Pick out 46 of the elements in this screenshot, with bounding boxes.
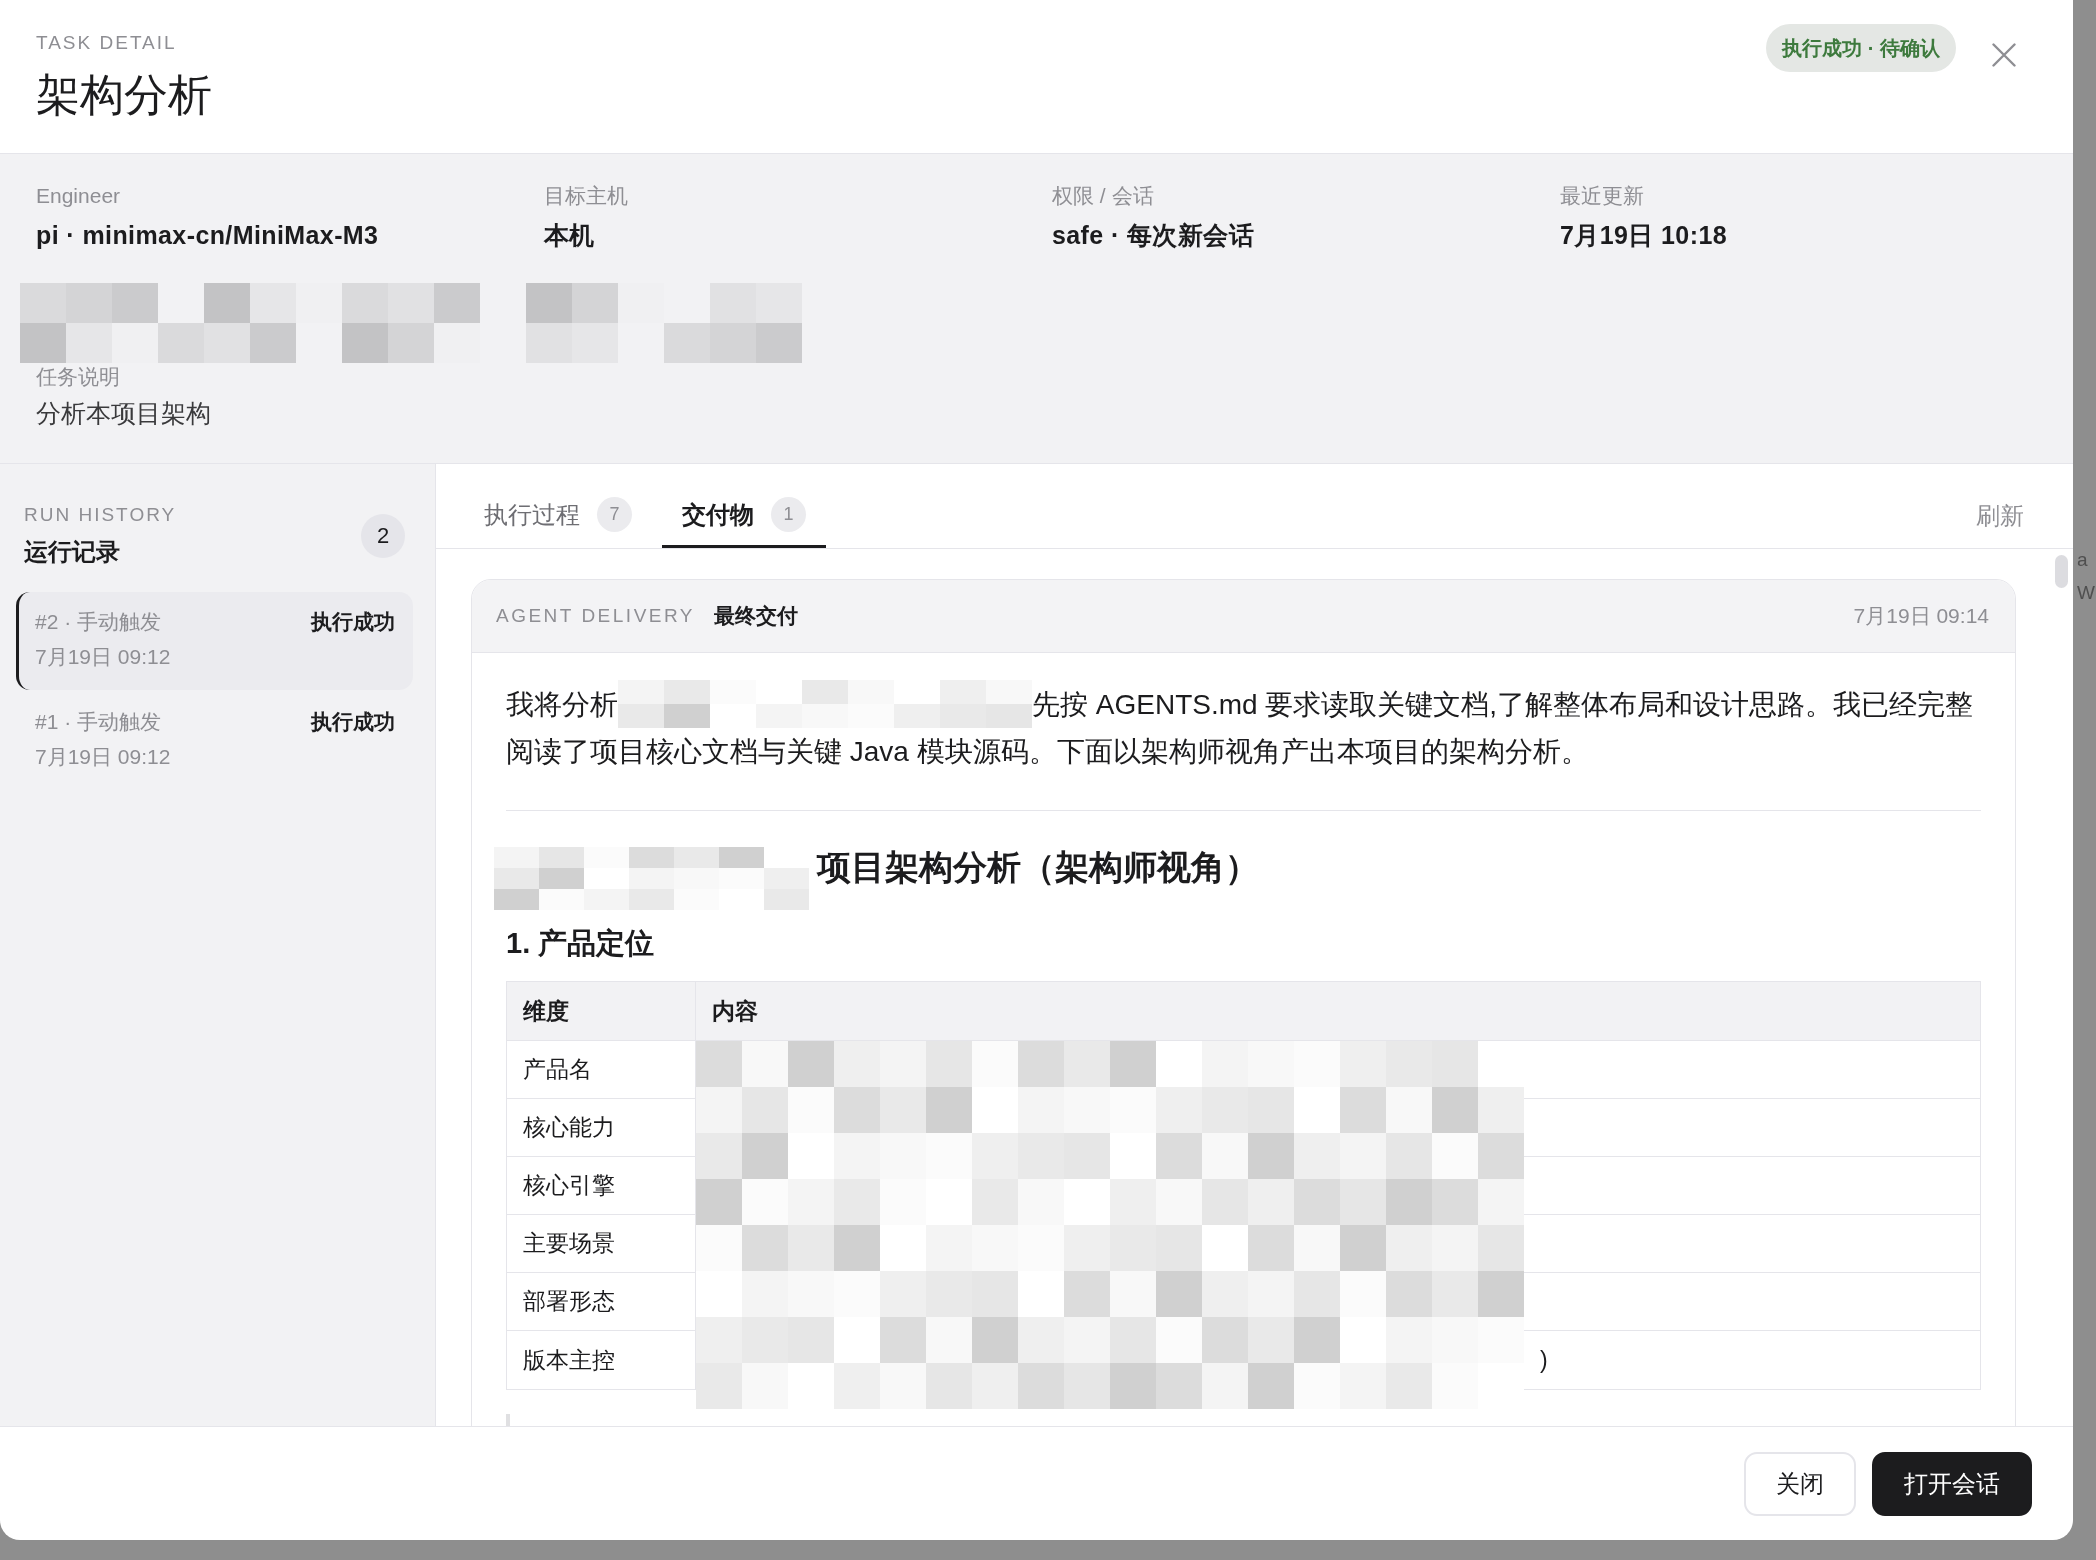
section-heading: 1. 产品定位 <box>506 926 655 961</box>
field-label: 目标主机 <box>544 183 629 209</box>
field-label: 权限 / 会话 <box>1052 183 1155 209</box>
column-header: 内容 <box>696 982 1980 1041</box>
card-time: 7月19日 09:14 <box>1853 603 1989 629</box>
field-label: 任务说明 <box>36 364 121 390</box>
paragraph-text: 我将分析 <box>506 687 618 722</box>
paragraph-text: 先按 AGENTS.md 要求读取关键文档,了解整体布局和设计思路。我已经完整 <box>1032 687 1974 722</box>
dialog-eyebrow: TASK DETAIL <box>36 32 178 54</box>
status-badge: 执行成功 · 待确认 <box>1766 24 1956 72</box>
run-time: 7月19日 09:12 <box>35 744 171 770</box>
close-icon <box>1992 43 2016 67</box>
field-value: 本机 <box>544 220 596 251</box>
count-badge: 1 <box>771 497 806 532</box>
run-time: 7月19日 09:12 <box>35 644 171 670</box>
field-value: 分析本项目架构 <box>36 398 212 429</box>
run-status: 执行成功 <box>311 609 395 635</box>
dialog-title: 架构分析 <box>36 69 212 121</box>
table-cell-text: ) <box>1540 1346 1548 1374</box>
run-title: #1 · 手动触发 <box>35 709 163 735</box>
section-title: 运行记录 <box>24 537 121 567</box>
paragraph-text: 阅读了项目核心文档与关键 Java 模块源码。下面以架构师视角产出本项目的架构分析。 <box>506 735 1589 769</box>
field-value: 7月19日 10:18 <box>1560 220 1728 251</box>
field-value: pi · minimax-cn/MiniMax-M3 <box>36 220 380 251</box>
count-badge: 2 <box>361 514 405 558</box>
close-dialog-button[interactable]: 关闭 <box>1744 1452 1856 1516</box>
field-label: 最近更新 <box>1560 183 1645 209</box>
column-header: 维度 <box>507 982 696 1041</box>
tab[interactable]: 交付物 1 <box>662 484 826 548</box>
card-title: 最终交付 <box>714 603 799 629</box>
section-eyebrow: RUN HISTORY <box>24 504 177 526</box>
run-item[interactable]: #1 · 手动触发 7月19日 09:12 执行成功 <box>16 692 413 790</box>
scrollbar-thumb[interactable] <box>2055 555 2068 588</box>
tab[interactable]: 执行过程 7 <box>464 484 652 548</box>
document-heading: 项目架构分析（架构师视角） <box>817 847 1259 888</box>
close-button[interactable] <box>1992 43 2016 67</box>
run-title: #2 · 手动触发 <box>35 609 163 635</box>
backdrop-text: a <box>2077 548 2088 572</box>
open-session-button[interactable]: 打开会话 <box>1872 1452 2032 1516</box>
field-label: Engineer <box>36 183 122 209</box>
field-value: safe · 每次新会话 <box>1052 220 1256 251</box>
count-badge: 7 <box>597 497 632 532</box>
backdrop-text: W <box>2077 581 2095 605</box>
run-status: 执行成功 <box>311 709 395 735</box>
run-item[interactable]: #2 · 手动触发 7月19日 09:12 执行成功 <box>16 592 413 690</box>
card-eyebrow: AGENT DELIVERY <box>496 605 696 627</box>
